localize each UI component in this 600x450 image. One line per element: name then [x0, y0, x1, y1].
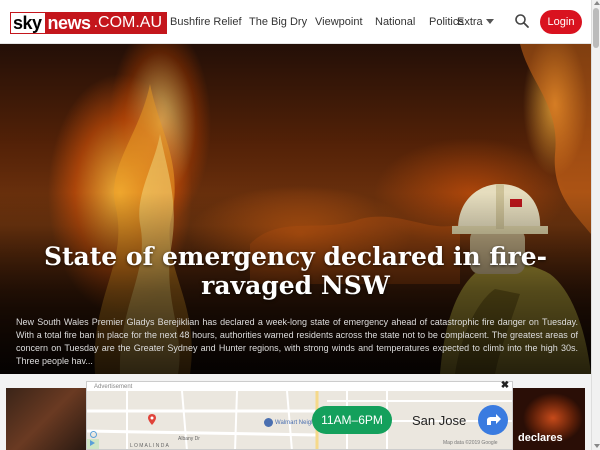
nav-the-big-dry[interactable]: The Big Dry — [249, 16, 307, 28]
chevron-down-icon — [485, 19, 494, 24]
nav-extra-dropdown[interactable]: Extra — [457, 16, 494, 28]
ad-close-button[interactable]: ✖ — [500, 381, 510, 391]
page-scrollbar[interactable] — [591, 0, 600, 450]
login-button[interactable]: Login — [540, 10, 582, 34]
directions-arrow-icon — [487, 414, 501, 425]
scroll-thumb[interactable] — [593, 8, 599, 48]
logo-sky: sky — [11, 13, 45, 33]
hero-banner[interactable]: State of emergency declared in fire-rava… — [0, 44, 591, 374]
map-attribution: Map data ©2019 Google — [443, 440, 498, 446]
store-hours-badge[interactable]: 11AM–6PM — [312, 406, 392, 434]
shopping-cart-icon — [264, 418, 273, 427]
sky-news-logo[interactable]: sky news .COM.AU — [10, 12, 168, 34]
logo-news: news — [44, 13, 94, 33]
site-header: sky news .COM.AU Bushfire Relief The Big… — [0, 0, 591, 44]
nav-national[interactable]: National — [375, 16, 415, 28]
map-street-label: Albany Dr — [178, 436, 200, 442]
scroll-up-icon[interactable] — [594, 1, 600, 5]
map-pin-icon — [148, 414, 156, 425]
hero-summary: New South Wales Premier Gladys Berejikli… — [16, 317, 578, 366]
search-icon[interactable] — [514, 13, 530, 29]
logo-domain: .COM.AU — [93, 13, 167, 33]
nav-bushfire-relief[interactable]: Bushfire Relief — [170, 16, 242, 28]
scroll-down-icon[interactable] — [594, 444, 600, 448]
ad-info-icon[interactable] — [90, 431, 97, 438]
article-card-headline[interactable]: declares — [518, 432, 563, 444]
nav-extra-label: Extra — [457, 16, 483, 28]
ad-choices-icon[interactable] — [90, 440, 95, 446]
directions-button[interactable] — [478, 405, 508, 435]
hero-headline[interactable]: State of emergency declared in fire-rava… — [0, 242, 591, 300]
ad-label: Advertisement — [94, 384, 133, 390]
store-city[interactable]: San Jose — [412, 413, 466, 428]
map-area-label: L O M A L I N D A — [130, 443, 169, 449]
article-card-thumbnail[interactable] — [6, 388, 86, 450]
nav-viewpoint[interactable]: Viewpoint — [315, 16, 363, 28]
